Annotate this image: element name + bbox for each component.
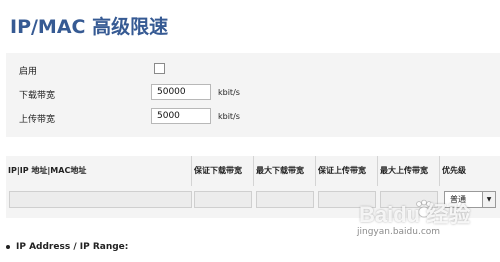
rate-limit-form: 启用 下载带宽 50000 kbit/s 上传带宽 5000 kbit/s: [6, 53, 500, 137]
info-bullet: IP Address / IP Range:: [6, 242, 128, 252]
column-header-max-download: 最大下载带宽: [253, 156, 315, 186]
watermark-main-text: Baidu 经验: [359, 202, 471, 227]
column-header-guaranteed-upload: 保证上传带宽: [315, 156, 377, 186]
upload-unit: kbit/s: [218, 112, 240, 121]
watermark-sub-text: jingyan.baidu.com: [357, 227, 441, 237]
enable-checkbox[interactable]: [154, 63, 165, 74]
enable-label: 启用: [19, 67, 38, 77]
column-header-guaranteed-download: 保证下载带宽: [191, 156, 253, 186]
bullet-icon: [6, 244, 10, 249]
column-header-max-upload: 最大上传带宽: [377, 156, 439, 186]
download-bandwidth-label: 下载带宽: [19, 91, 56, 101]
download-unit: kbit/s: [218, 88, 240, 97]
upload-bandwidth-label: 上传带宽: [19, 115, 56, 125]
baidu-watermark: Baidu 经验 jingyan.baidu.com: [355, 197, 495, 245]
column-header-address: IP|IP 地址|MAC地址: [8, 166, 87, 175]
max-download-input[interactable]: [256, 191, 314, 208]
address-input[interactable]: [9, 191, 192, 208]
upload-bandwidth-input[interactable]: 5000: [151, 108, 211, 124]
page-title: IP/MAC 高级限速: [10, 16, 169, 38]
info-bullet-text: IP Address / IP Range:: [16, 242, 129, 252]
download-bandwidth-input[interactable]: 50000: [151, 84, 211, 100]
column-header-priority: 优先级: [439, 156, 500, 186]
guaranteed-download-input[interactable]: [194, 191, 252, 208]
